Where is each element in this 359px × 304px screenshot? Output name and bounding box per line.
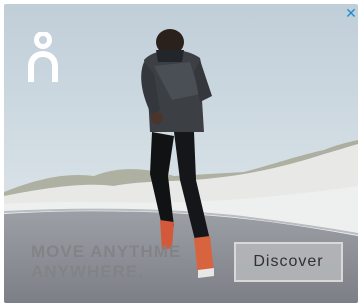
ad-headline-line-1: MOVE ANYTHME	[31, 242, 182, 261]
on-brand-logo-icon	[28, 32, 58, 82]
ad-headline: MOVE ANYTHME ANYWHERE.	[31, 242, 181, 282]
advertisement[interactable]: MOVE ANYTHME ANYWHERE. Discover	[4, 4, 358, 303]
ad-headline-line-2: ANYWHERE.	[31, 262, 144, 281]
close-ad-icon[interactable]: ✕	[344, 6, 358, 20]
discover-button[interactable]: Discover	[234, 242, 343, 282]
